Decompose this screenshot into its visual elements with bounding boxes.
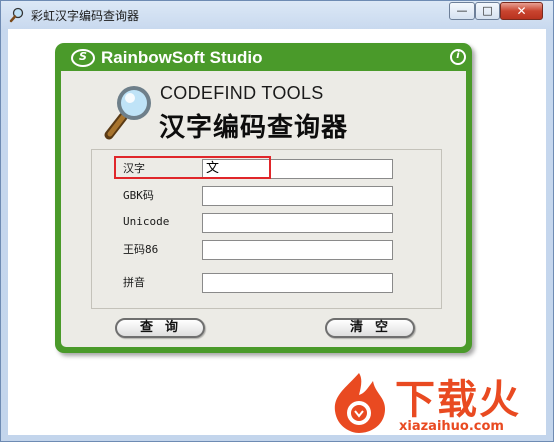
unicode-label: Unicode: [123, 215, 170, 228]
close-button[interactable]: ✕: [500, 2, 543, 20]
maximize-icon: □: [482, 4, 493, 17]
magnifier-app-icon: [9, 7, 24, 23]
watermark-text: 下载火: [395, 377, 521, 423]
highlight-box: [114, 156, 271, 179]
close-icon: ✕: [516, 4, 527, 18]
info-button[interactable]: i: [450, 49, 466, 65]
title-bar[interactable]: 彩虹汉字编码查询器 — □ ✕: [1, 1, 553, 29]
subtitle: CODEFIND TOOLS: [160, 83, 324, 103]
clear-button[interactable]: 清空: [325, 318, 415, 338]
app-name-heading: 汉字编码查询器: [159, 113, 349, 143]
pinyin-label: 拼音: [123, 276, 145, 289]
unicode-input[interactable]: [202, 213, 393, 233]
flame-logo-icon: [334, 373, 385, 433]
magnifier-logo-icon: [104, 86, 151, 140]
wangma86-input[interactable]: [202, 240, 393, 260]
wangma86-label: 王码86: [123, 243, 159, 256]
minimize-icon: —: [456, 4, 468, 17]
info-icon: i: [456, 50, 460, 61]
panel-body: CODEFIND TOOLS 汉字编码查询器: [61, 71, 466, 347]
watermark-url: xiazaihuo.com: [399, 419, 504, 434]
brand-name: RainbowSoft Studio: [101, 48, 263, 67]
gbk-input[interactable]: [202, 186, 393, 206]
gbk-label: GBK码: [123, 189, 154, 202]
pinyin-input[interactable]: [202, 273, 393, 293]
minimize-button[interactable]: —: [449, 2, 475, 20]
rainbowsoft-logo-icon: S: [71, 49, 95, 67]
query-button[interactable]: 查询: [115, 318, 205, 338]
app-window: 彩虹汉字编码查询器 — □ ✕ S RainbowSoft Studio i C…: [0, 0, 554, 442]
panel-header: S RainbowSoft Studio i: [61, 46, 466, 70]
maximize-button[interactable]: □: [475, 2, 500, 20]
window-title: 彩虹汉字编码查询器: [31, 9, 140, 23]
